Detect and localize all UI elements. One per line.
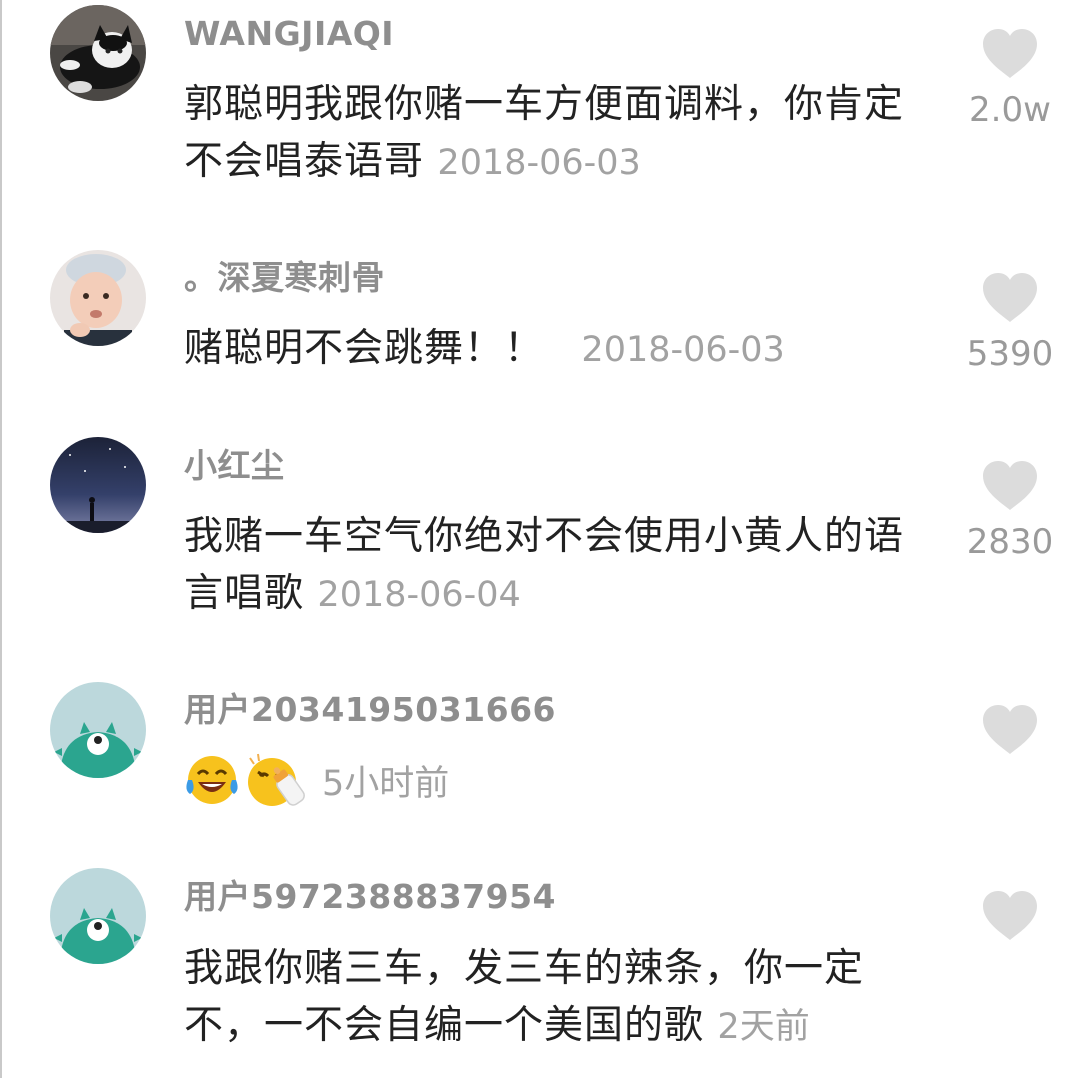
comment-date: 2018-06-03 [437,143,641,183]
heart-icon [983,273,1037,322]
heart-icon [983,705,1037,754]
comment-body: 赌聪明不会跳舞！！ [184,326,545,371]
comment-list: WANGJIAQI 郭聪明我跟你赌一车方便面调料，你肯定不会唱泰语哥 2018-… [0,0,1080,1078]
baby-bottle-emoji [248,753,305,806]
comment-date: 2018-06-04 [317,575,521,615]
username[interactable]: 小红尘 [184,446,285,486]
baby-avatar-icon[interactable] [50,250,146,346]
like-button[interactable] [950,890,1070,942]
heart-icon [983,891,1037,940]
comment-emoji-row: 5小时前 [182,750,449,810]
like-button[interactable]: 2830 [950,460,1070,562]
like-button[interactable]: 5390 [950,272,1070,374]
night-sky-avatar-icon[interactable] [50,437,146,533]
comment-date: 5小时前 [322,763,450,804]
comment-text: 我跟你赌三车，发三车的辣条，你一定不，一不会自编一个美国的歌 2天前 [184,940,924,1056]
like-button[interactable] [950,704,1070,756]
username[interactable]: WANGJIAQI [184,14,394,54]
cat-avatar-icon[interactable] [50,5,146,101]
heart-icon [983,461,1037,510]
comment-date: 2018-06-03 [581,330,785,370]
teal-monster-avatar-icon[interactable] [50,868,146,964]
username[interactable]: 用户5972388837954 [184,877,556,917]
comment-body: 我赌一车空气你绝对不会使用小黄人的语言唱歌 [184,514,905,616]
username[interactable]: 用户2034195031666 [184,690,556,730]
like-count: 5390 [966,334,1054,374]
comment-text: 我赌一车空气你绝对不会使用小黄人的语言唱歌 2018-06-04 [184,508,924,624]
comment-text: 郭聪明我跟你赌一车方便面调料，你肯定不会唱泰语哥 2018-06-03 [184,76,924,192]
like-count: 2.0w [969,90,1051,130]
teal-monster-avatar-icon[interactable] [50,682,146,778]
like-count: 2830 [966,522,1054,562]
comment-date: 2天前 [717,1007,810,1047]
heart-icon [983,29,1037,78]
username[interactable]: 。深夏寒刺骨 [184,258,385,298]
laughing-crying-emoji [186,756,238,804]
like-button[interactable]: 2.0w [950,28,1070,130]
comment-text: 赌聪明不会跳舞！！ 2018-06-03 [184,320,924,379]
